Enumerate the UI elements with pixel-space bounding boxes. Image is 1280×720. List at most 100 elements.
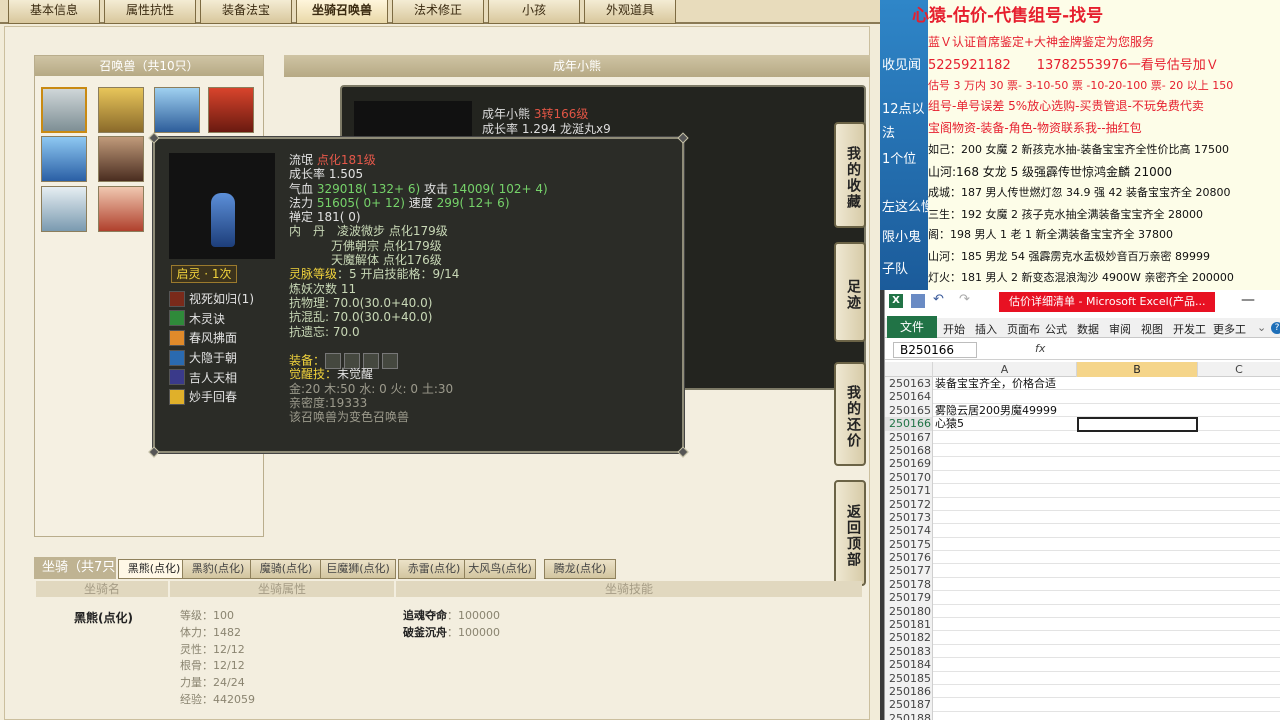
tab-basic-info[interactable]: 基本信息 [8,0,100,24]
row-number[interactable]: 250171 [885,484,933,498]
table-row[interactable]: 250179 [885,591,1280,605]
row-number[interactable]: 250175 [885,537,933,552]
menu-home[interactable]: 开始 [943,321,965,337]
row-number[interactable]: 250163 [885,377,933,391]
table-row[interactable]: 250172 [885,497,1280,511]
ride-tab[interactable]: 巨魔狮(点化) [320,559,396,579]
summon-avatar[interactable] [41,87,87,133]
file-menu-button[interactable]: 文件 [887,316,937,338]
table-row[interactable]: 250175 [885,537,1280,552]
row-number[interactable]: 250166 [885,417,933,431]
menu-view[interactable]: 视图 [1141,321,1163,337]
name-box[interactable]: B250166 [893,342,977,358]
row-number[interactable]: 250180 [885,604,933,619]
table-row[interactable]: 250167 [885,430,1280,444]
minimize-icon[interactable]: — [1241,292,1255,308]
row-number[interactable]: 250183 [885,644,933,659]
skill-item[interactable]: 视死如归(1) [169,289,254,309]
undo-icon[interactable]: ↶ [933,292,944,307]
table-row[interactable]: 250186 [885,684,1280,699]
cell-a[interactable]: 装备宝宝齐全，价格合适 [935,377,1056,390]
table-row[interactable]: 250183 [885,644,1280,659]
column-header[interactable]: A [933,362,1077,377]
table-row[interactable]: 250184 [885,658,1280,672]
tab-appearance[interactable]: 外观道具 [584,0,676,24]
ride-tab[interactable]: 腾龙(点化) [544,559,616,579]
table-row[interactable]: 250163 装备宝宝齐全，价格合适 [885,377,1280,391]
menu-review[interactable]: 审阅 [1109,321,1131,337]
table-row[interactable]: 250187 [885,698,1280,712]
menu-page-layout[interactable]: 页面布 [1007,321,1040,337]
footprint-button[interactable]: 足迹 [834,242,866,342]
table-row[interactable]: 250169 [885,457,1280,471]
row-number[interactable]: 250188 [885,711,933,720]
row-number[interactable]: 250168 [885,443,933,458]
tab-child[interactable]: 小孩 [488,0,580,24]
summon-avatar[interactable] [98,136,144,182]
row-number[interactable]: 250164 [885,390,933,404]
table-row[interactable]: 250185 [885,671,1280,685]
ride-tab[interactable]: 大风鸟(点化) [464,559,536,579]
table-row[interactable]: 250171 [885,484,1280,498]
table-row[interactable]: 250177 [885,564,1280,578]
cell-a[interactable]: 心猿5 [935,417,964,430]
summon-avatar[interactable] [41,136,87,182]
ride-tab[interactable]: 黑豹(点化) [182,559,254,579]
fx-icon[interactable]: fx [1035,342,1045,355]
row-number[interactable]: 250181 [885,618,933,632]
row-number[interactable]: 250186 [885,684,933,699]
row-number[interactable]: 250169 [885,457,933,471]
summon-avatar[interactable] [208,87,254,133]
help-icon[interactable]: ? [1271,322,1280,334]
tab-attributes[interactable]: 属性抗性 [104,0,196,24]
summon-avatar[interactable] [98,186,144,232]
skill-item[interactable]: 大隐于朝 [169,348,254,368]
table-row[interactable]: 250165 雾隐云居200男魔49999 [885,403,1280,418]
skill-item[interactable]: 妙手回春 [169,387,254,407]
equip-slot[interactable] [382,353,399,370]
table-row[interactable]: 250188 [885,711,1280,720]
table-row[interactable]: 250170 [885,470,1280,485]
table-row[interactable]: 250182 [885,631,1280,645]
table-row[interactable]: 250174 [885,524,1280,538]
table-row[interactable]: 250178 [885,577,1280,592]
menu-developer[interactable]: 开发工 [1173,321,1206,337]
table-row[interactable]: 250180 [885,604,1280,619]
ride-tab[interactable]: 魔骑(点化) [250,559,322,579]
skill-item[interactable]: 木灵诀 [169,309,254,329]
row-number[interactable]: 250173 [885,510,933,525]
column-header[interactable]: B [1077,362,1198,377]
menu-data[interactable]: 数据 [1077,321,1099,337]
selected-cell[interactable] [1077,417,1198,432]
skill-item[interactable]: 春风拂面 [169,328,254,348]
row-number[interactable]: 250184 [885,658,933,672]
tab-spell-correction[interactable]: 法术修正 [392,0,484,24]
row-number[interactable]: 250179 [885,591,933,605]
favorites-button[interactable]: 我的收藏 [834,122,866,228]
select-all-corner[interactable] [885,362,933,377]
chevron-down-icon[interactable]: ⌄ [1257,321,1266,334]
menu-formulas[interactable]: 公式 [1045,321,1067,337]
row-number[interactable]: 250167 [885,430,933,444]
table-row[interactable]: 250164 [885,390,1280,404]
row-number[interactable]: 250172 [885,497,933,511]
skill-item[interactable]: 吉人天相 [169,367,254,387]
table-row[interactable]: 250176 [885,551,1280,565]
table-row[interactable]: 250173 [885,510,1280,525]
row-number[interactable]: 250182 [885,631,933,645]
row-number[interactable]: 250187 [885,698,933,712]
row-number[interactable]: 250178 [885,577,933,592]
tab-equipment[interactable]: 装备法宝 [200,0,292,24]
redo-icon[interactable]: ↷ [959,292,970,307]
ride-tab[interactable]: 赤雷(点化) [398,559,470,579]
summon-avatar[interactable] [154,87,200,133]
row-number[interactable]: 250170 [885,470,933,485]
table-row[interactable]: 250181 [885,618,1280,632]
row-number[interactable]: 250174 [885,524,933,538]
summon-avatar[interactable] [41,186,87,232]
summon-avatar[interactable] [98,87,144,133]
table-row[interactable]: 250168 [885,443,1280,458]
save-icon[interactable] [911,294,925,308]
row-number[interactable]: 250185 [885,671,933,685]
row-number[interactable]: 250177 [885,564,933,578]
